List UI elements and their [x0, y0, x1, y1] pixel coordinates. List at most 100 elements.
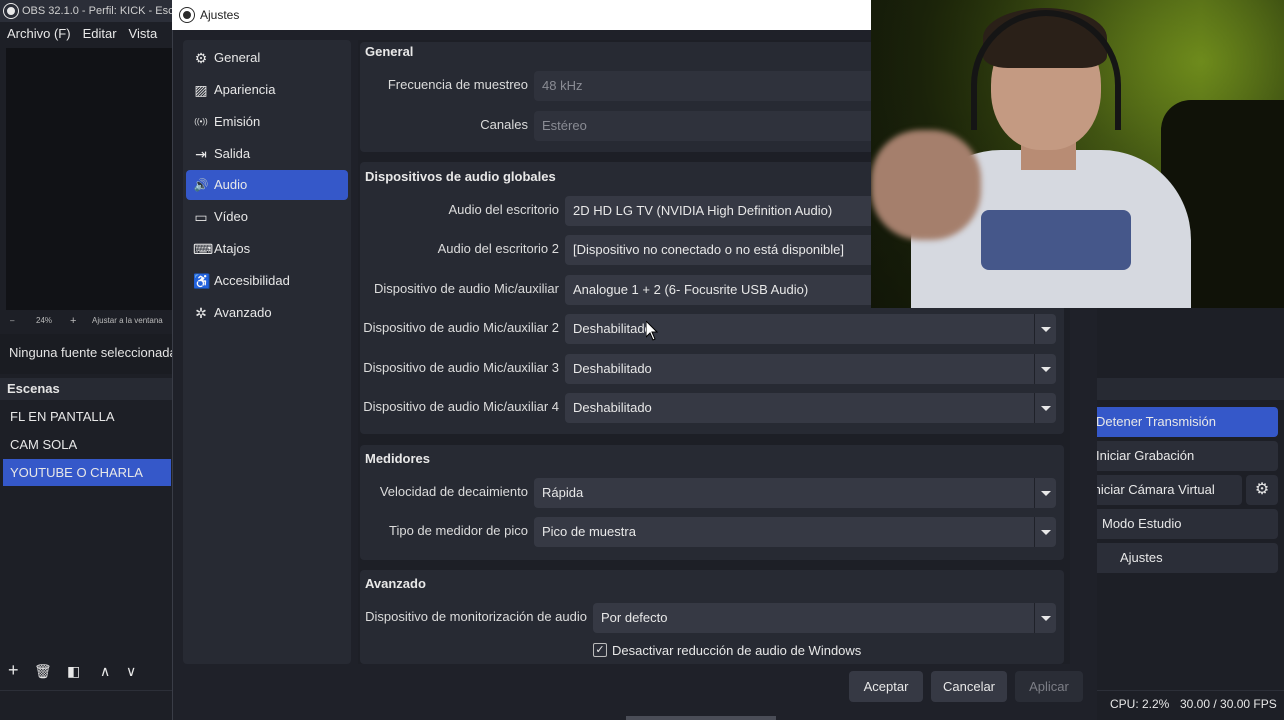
move-down-icon[interactable]: ∨	[126, 663, 136, 680]
chevron-down-icon	[1034, 603, 1056, 633]
nav-stream[interactable]: ((•)) Emisión	[186, 107, 348, 137]
zoom-in-button[interactable]: +	[70, 312, 76, 330]
settings-button[interactable]: Ajustes	[1090, 543, 1278, 573]
mic-audio-3-label: Dispositivo de audio Mic/auxiliar 3	[363, 360, 559, 375]
nav-label: Salida	[214, 146, 251, 161]
wrench-icon: ✲	[195, 305, 207, 321]
nav-label: Avanzado	[214, 305, 272, 320]
stop-stream-button[interactable]: Detener Transmisión	[1090, 407, 1278, 437]
channels-label: Canales	[480, 117, 528, 132]
chevron-down-icon	[1034, 314, 1056, 344]
menu-archivo[interactable]: Archivo (F)	[7, 26, 71, 41]
fps-readout: 30.00 / 30.00 FPS	[1180, 697, 1277, 711]
monitor-device-label: Dispositivo de monitorización de audio	[365, 609, 587, 624]
select-value: Deshabilitado	[573, 361, 652, 376]
select-value: Rápida	[542, 485, 584, 500]
nav-appearance[interactable]: ▨ Apariencia	[186, 75, 348, 105]
mic-audio-4-select[interactable]: Deshabilitado	[565, 393, 1056, 423]
disable-ducking-checkbox[interactable]: ✓	[593, 643, 607, 657]
webcam-shirt-print	[981, 210, 1131, 270]
group-title: Avanzado	[365, 576, 426, 591]
scroll-handle[interactable]	[626, 716, 776, 720]
nav-accessibility[interactable]: ♿ Accesibilidad	[186, 266, 348, 296]
webcam-person-hand	[871, 130, 981, 240]
zoom-value: 24%	[36, 316, 53, 325]
broadcast-icon: ((•))	[194, 117, 208, 126]
select-value: Pico de muestra	[542, 524, 636, 539]
zoom-bar: – 24% + Ajustar a la ventana	[0, 312, 180, 330]
gear-icon: ⚙	[194, 50, 208, 66]
gear-icon[interactable]: ⚙	[1246, 475, 1278, 505]
move-up-icon[interactable]: ∧	[100, 663, 110, 680]
sample-rate-label: Frecuencia de muestreo	[387, 77, 528, 92]
fit-window-button[interactable]: Ajustar a la ventana	[92, 312, 163, 330]
decay-rate-label: Velocidad de decaimiento	[379, 484, 528, 499]
preview-canvas[interactable]	[6, 48, 172, 310]
virtual-camera-button[interactable]: Iniciar Cámara Virtual	[1090, 475, 1242, 505]
nav-label: Vídeo	[214, 209, 248, 224]
chevron-down-icon	[1034, 517, 1056, 547]
remove-scene-icon[interactable]: 🗑	[34, 663, 52, 680]
scene-item-selected[interactable]: YOUTUBE O CHARLA	[3, 459, 171, 486]
no-source-label: Ninguna fuente seleccionada	[0, 334, 180, 374]
obs-title-bar: OBS 32.1.0 - Perfil: KICK - Escenas	[0, 0, 180, 22]
accept-button[interactable]: Aceptar	[849, 671, 923, 702]
mouse-cursor-icon	[646, 321, 658, 341]
mic-audio-3-select[interactable]: Deshabilitado	[565, 354, 1056, 384]
nav-general[interactable]: ⚙ General	[186, 43, 348, 73]
scene-filter-icon[interactable]: ◧	[67, 663, 80, 680]
output-icon: ⇥	[195, 146, 207, 162]
peak-meter-label: Tipo de medidor de pico	[389, 523, 528, 538]
monitor-device-select[interactable]: Por defecto	[593, 603, 1056, 633]
select-value: Deshabilitado	[573, 400, 652, 415]
nav-label: Emisión	[214, 114, 261, 129]
controls-dock-header	[1090, 378, 1284, 400]
cancel-button[interactable]: Cancelar	[931, 671, 1007, 702]
chevron-down-icon	[1034, 354, 1056, 384]
accessibility-icon: ♿	[193, 273, 211, 289]
nav-hotkeys[interactable]: ⌨ Atajos	[186, 234, 348, 264]
group-title: Dispositivos de audio globales	[365, 169, 556, 184]
nav-label: Atajos	[214, 241, 251, 256]
scene-item[interactable]: FL EN PANTALLA	[3, 403, 171, 430]
nav-audio[interactable]: 🔊 Audio	[186, 170, 348, 200]
scenes-dock-header: Escenas	[0, 378, 180, 400]
select-value: Analogue 1 + 2 (6- Focusrite USB Audio)	[573, 282, 809, 297]
obs-logo-icon	[4, 4, 18, 18]
start-record-button[interactable]: Iniciar Grabación	[1090, 441, 1278, 471]
apply-button[interactable]: Aplicar	[1015, 671, 1083, 702]
studio-mode-button[interactable]: Modo Estudio	[1090, 509, 1278, 539]
add-scene-icon[interactable]: +	[8, 660, 19, 681]
nav-video[interactable]: ▭ Vídeo	[186, 202, 348, 232]
mic-audio-2-label: Dispositivo de audio Mic/auxiliar 2	[363, 320, 559, 335]
scene-item[interactable]: CAM SOLA	[3, 431, 171, 458]
group-title: Medidores	[365, 451, 431, 466]
group-title: General	[365, 44, 414, 59]
dialog-title-bar: Ajustes	[172, 0, 872, 30]
mic-audio-2-select[interactable]: Deshabilitado	[565, 314, 1056, 344]
select-value: 2D HD LG TV (NVIDIA High Definition Audi…	[573, 203, 833, 218]
palette-icon: ▨	[194, 82, 208, 98]
obs-logo-icon	[180, 8, 194, 22]
peak-meter-select[interactable]: Pico de muestra	[534, 517, 1056, 547]
menu-editar[interactable]: Editar	[83, 26, 117, 41]
keyboard-icon: ⌨	[193, 241, 214, 257]
obs-menu-bar: Archivo (F) Editar Vista	[0, 22, 180, 46]
chevron-down-icon	[1034, 393, 1056, 423]
nav-advanced[interactable]: ✲ Avanzado	[186, 298, 348, 328]
nav-output[interactable]: ⇥ Salida	[186, 139, 348, 169]
nav-label: Audio	[214, 177, 248, 192]
decay-rate-select[interactable]: Rápida	[534, 478, 1056, 508]
desktop-audio-label: Audio del escritorio	[448, 202, 559, 217]
select-value: Por defecto	[601, 610, 668, 625]
nav-label: General	[214, 50, 261, 65]
monitor-icon: ▭	[194, 209, 208, 225]
select-value: [Dispositivo no conectado o no está disp…	[573, 242, 845, 257]
disable-ducking-label: Desactivar reducción de audio de Windows	[612, 643, 862, 658]
zoom-out-button[interactable]: –	[10, 312, 14, 330]
select-value: Deshabilitado	[573, 321, 652, 336]
mic-audio-4-label: Dispositivo de audio Mic/auxiliar 4	[363, 399, 559, 414]
mic-audio-label: Dispositivo de audio Mic/auxiliar	[374, 281, 559, 296]
menu-vista[interactable]: Vista	[129, 26, 158, 41]
nav-label: Accesibilidad	[214, 273, 290, 288]
